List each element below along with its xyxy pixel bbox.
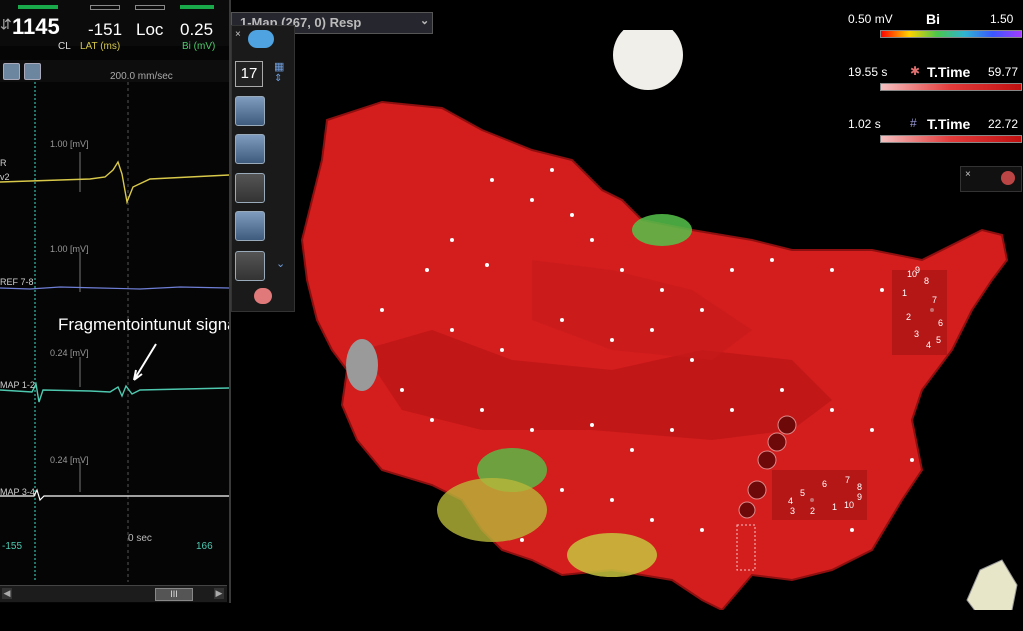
ttime1-min: 19.55 s bbox=[848, 65, 888, 79]
time-left: -155 bbox=[2, 541, 23, 552]
ch4-scale: 0.24 [mV] bbox=[50, 455, 89, 465]
ttime2-icon: # bbox=[910, 116, 917, 130]
ch1-name-v2: v2 bbox=[0, 172, 10, 182]
bi-indicator bbox=[180, 5, 214, 9]
svg-text:5: 5 bbox=[936, 335, 941, 345]
cursor-tool-icon[interactable] bbox=[24, 63, 41, 80]
bi-legend-min: 0.50 mV bbox=[848, 12, 893, 26]
svg-text:2: 2 bbox=[906, 312, 911, 322]
bi-color-gradient bbox=[880, 30, 1022, 38]
svg-text:8: 8 bbox=[924, 276, 929, 286]
view-widget[interactable]: × bbox=[960, 166, 1022, 192]
bi-label: Bi (mV) bbox=[182, 41, 216, 52]
ttime1-gradient bbox=[880, 83, 1022, 91]
cl-indicator bbox=[18, 5, 58, 9]
ch3-name: MAP 1-2 bbox=[0, 380, 35, 390]
zoom-tool-icon[interactable] bbox=[3, 63, 20, 80]
svg-text:6: 6 bbox=[938, 318, 943, 328]
svg-text:10: 10 bbox=[844, 500, 854, 510]
chevron-down-icon: ⌄ bbox=[420, 15, 430, 27]
svg-text:1: 1 bbox=[832, 502, 837, 512]
green-region bbox=[632, 214, 692, 246]
orientation-heart-icon[interactable] bbox=[966, 559, 1018, 610]
catheter-upper-right: 10 9 8 7 1 6 2 3 4 5 bbox=[892, 265, 947, 355]
svg-text:3: 3 bbox=[914, 329, 919, 339]
lat-value: -151 bbox=[88, 20, 123, 39]
ttime2-min: 1.02 s bbox=[848, 117, 881, 131]
ch1-name-r: R bbox=[0, 158, 7, 168]
loc-label: Loc bbox=[136, 20, 164, 39]
horizontal-scrollbar[interactable]: ◀ III ▶ bbox=[0, 585, 227, 602]
stepper-icon[interactable]: ⇵ bbox=[0, 16, 12, 33]
ttime1-max: 59.77 bbox=[988, 65, 1019, 79]
lat-label: LAT (ms) bbox=[80, 41, 121, 52]
sweep-speed: 200.0 mm/sec bbox=[110, 71, 173, 82]
ch2-name: REF 7-8 bbox=[0, 277, 34, 287]
ttime2-label: T.Time bbox=[927, 116, 971, 132]
ch1-scale: 1.00 [mV] bbox=[50, 139, 89, 149]
ch2-scale: 1.00 [mV] bbox=[50, 244, 89, 254]
close-icon[interactable]: × bbox=[965, 169, 971, 180]
svg-text:5: 5 bbox=[800, 488, 805, 498]
svg-text:2: 2 bbox=[810, 506, 815, 516]
yellow-region bbox=[437, 478, 547, 542]
grey-region bbox=[346, 339, 378, 391]
light-sphere bbox=[613, 30, 683, 90]
bi-value: 0.25 bbox=[180, 20, 214, 39]
svg-text:7: 7 bbox=[932, 295, 937, 305]
svg-text:4: 4 bbox=[926, 340, 931, 350]
svg-text:4: 4 bbox=[788, 496, 793, 506]
time-right: 166 bbox=[196, 541, 213, 552]
loc-indicator bbox=[135, 5, 165, 10]
catheter-view-icon[interactable] bbox=[1001, 171, 1015, 185]
svg-text:9: 9 bbox=[915, 265, 920, 275]
ttime1-label: T.Time bbox=[927, 64, 971, 80]
scroll-left-icon[interactable]: ◀ bbox=[2, 588, 12, 599]
bi-legend-label: Bi bbox=[926, 11, 940, 27]
signal-panel: ⇵ 1145 CL -151 LAT (ms) Loc 0.25 Bi (mV)… bbox=[0, 0, 231, 631]
ttime2-gradient bbox=[880, 135, 1022, 143]
svg-text:9: 9 bbox=[857, 492, 862, 502]
scroll-thumb[interactable]: III bbox=[155, 588, 193, 601]
cl-value: 1145 bbox=[12, 14, 60, 39]
svg-text:1: 1 bbox=[902, 288, 907, 298]
electroanatomical-map: 10 9 8 7 1 6 2 3 4 5 7 8 9 6 10 5 4 1 3 … bbox=[300, 30, 1018, 610]
svg-text:6: 6 bbox=[822, 479, 827, 489]
svg-text:8: 8 bbox=[857, 482, 862, 492]
time-center: 0 sec bbox=[128, 533, 152, 544]
ch3-scale: 0.24 [mV] bbox=[50, 348, 89, 358]
ttime2-max: 22.72 bbox=[988, 117, 1019, 131]
ttime1-icon: ✱ bbox=[910, 64, 921, 78]
fragmented-signal-annotation: Fragmentointunut signaali bbox=[58, 315, 229, 334]
scroll-right-icon[interactable]: ▶ bbox=[214, 588, 224, 599]
catheter-lower-right: 7 8 9 6 10 5 4 1 3 2 bbox=[772, 470, 867, 520]
lat-indicator bbox=[90, 5, 120, 10]
svg-text:3: 3 bbox=[790, 506, 795, 516]
ch4-name: MAP 3-4 bbox=[0, 487, 35, 497]
yellow-region-bottom bbox=[567, 533, 657, 577]
svg-text:7: 7 bbox=[845, 475, 850, 485]
cl-label: CL bbox=[58, 41, 71, 52]
